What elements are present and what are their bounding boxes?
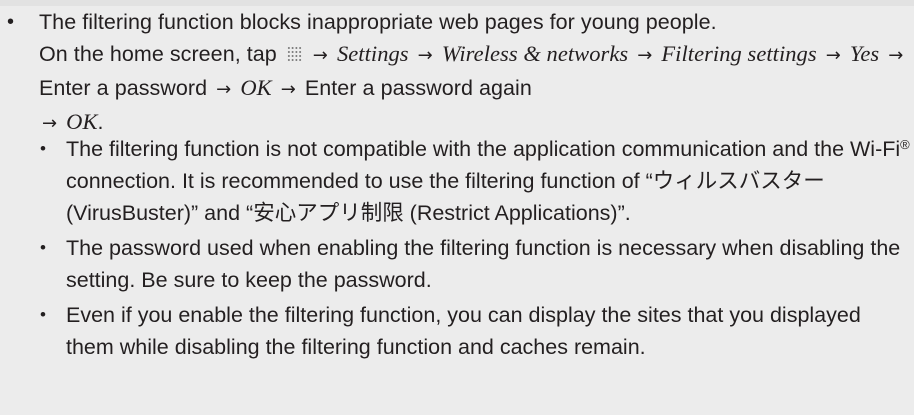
step-filtering-settings: Filtering settings	[661, 41, 817, 66]
step-ok-final: OK	[66, 109, 98, 134]
list-item: • Even if you enable the filtering funct…	[40, 299, 910, 363]
step-enter-password: Enter a password	[39, 76, 208, 100]
bullet-marker: •	[7, 11, 15, 33]
main-bullet-item: • The filtering function blocks inapprop…	[0, 0, 914, 140]
arrow-icon: →	[888, 45, 904, 66]
sub-bullet-list: • The filtering function is not compatib…	[40, 133, 910, 366]
apps-grid-icon	[286, 46, 302, 62]
page: • The filtering function blocks inapprop…	[0, 0, 914, 415]
arrow-icon: →	[280, 79, 296, 100]
list-item: • The filtering function is not compatib…	[40, 133, 910, 229]
note-caches: Even if you enable the filtering functio…	[66, 303, 861, 359]
bullet-marker: •	[40, 305, 46, 324]
step-ok: OK	[240, 75, 272, 100]
main-bullet-section: • The filtering function blocks inapprop…	[0, 0, 914, 140]
home-screen-instruction: On the home screen, tap	[39, 42, 277, 66]
arrow-icon: →	[42, 113, 58, 134]
step-settings: Settings	[336, 41, 409, 66]
note-compatibility-part1: The filtering function is not compatible…	[66, 137, 901, 161]
arrow-icon: →	[825, 45, 841, 66]
step-enter-password-again: Enter a password again	[304, 76, 532, 100]
note-compatibility: The filtering function is not compatible…	[66, 133, 910, 229]
bullet-marker: •	[40, 139, 46, 158]
arrow-icon: →	[312, 45, 328, 66]
arrow-icon: →	[417, 45, 433, 66]
registered-mark: ®	[900, 137, 910, 152]
note-compatibility-part2: connection. It is recommended to use the…	[66, 169, 825, 225]
step-wireless-networks: Wireless & networks	[441, 41, 629, 66]
intro-sentence: The filtering function blocks inappropri…	[39, 10, 717, 34]
list-item: • The password used when enabling the fi…	[40, 232, 910, 296]
arrow-icon: →	[637, 45, 653, 66]
note-password: The password used when enabling the filt…	[66, 236, 901, 292]
bullet-marker: •	[40, 238, 46, 257]
step-yes: Yes	[849, 41, 880, 66]
main-bullet-text: The filtering function blocks inappropri…	[39, 6, 909, 140]
end-period: .	[97, 110, 104, 134]
arrow-icon: →	[216, 79, 232, 100]
